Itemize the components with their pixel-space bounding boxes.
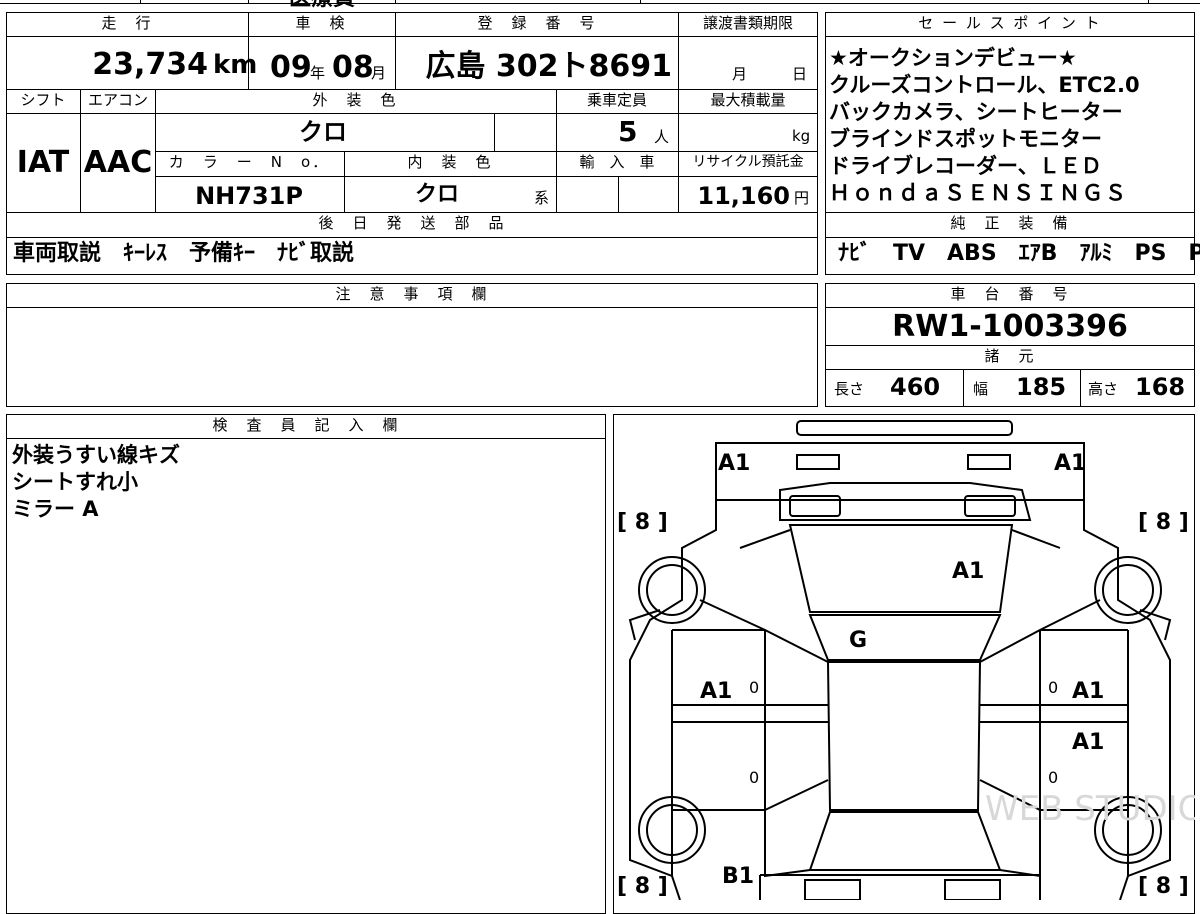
tire-fr-value: 8 <box>1155 510 1172 535</box>
mark-right-front-door: A1 <box>1072 679 1105 704</box>
chassis-header: 車 台 番 号 <box>950 285 1070 303</box>
watermark: WEB STUDIO PRO <box>985 789 1195 829</box>
height-value: 168 <box>1135 373 1186 401</box>
sales-point: クルーズコントロール、ETC2.0 <box>829 73 1140 97</box>
sales-points-header: セ ー ル ス ポ イ ン ト <box>918 14 1102 32</box>
capacity-header: 乗車定員 <box>586 91 648 109</box>
sales-points-list: ★オークションデビュー★ クルーズコントロール、ETC2.0 バックカメラ、シー… <box>829 45 1193 207</box>
deadline-month-unit: 月 <box>732 65 748 83</box>
later-parts-value: 車両取説 ｷｰﾚｽ 予備ｷｰ ﾅﾋﾞ取説 <box>13 241 355 266</box>
mark-zero: 0 <box>1048 768 1059 787</box>
width-value: 185 <box>1016 373 1067 401</box>
genuine-equipment-header: 純 正 装 備 <box>950 214 1070 232</box>
color-no-header: カ ラ ー N o． <box>168 153 330 171</box>
mark-zero: 0 <box>1048 678 1059 697</box>
mark-right-rear-door: A1 <box>1072 730 1105 755</box>
interior-color-value: クロ <box>414 182 460 207</box>
mark-left-front-door: A1 <box>700 679 733 704</box>
tire-rl-value: 8 <box>634 874 651 899</box>
width-label: 幅 <box>973 380 989 398</box>
tire-fl-value: 8 <box>634 510 651 535</box>
exterior-color-value: クロ <box>299 118 347 146</box>
tire-fl-label: [ 8 ] <box>617 510 668 535</box>
deadline-day-unit: 日 <box>792 65 808 83</box>
color-no-value: NH731P <box>195 182 303 210</box>
recycle-unit: 円 <box>794 189 810 207</box>
specs-header: 諸 元 <box>984 347 1036 365</box>
sales-point: バックカメラ、シートヒーター <box>829 100 1123 124</box>
sales-point: ★オークションデビュー★ <box>829 46 1077 70</box>
inspection-header: 車 検 <box>295 14 347 32</box>
month-unit: 月 <box>371 64 387 82</box>
inspection-month: 08 <box>332 50 374 85</box>
transfer-deadline-header: 譲渡書類期限 <box>702 14 794 32</box>
later-parts-header: 後 日 発 送 部 品 <box>318 214 506 232</box>
chassis-number: RW1-1003396 <box>892 309 1128 344</box>
max-load-header: 最大積載量 <box>710 91 786 109</box>
shift-value: IAT <box>16 145 70 180</box>
aircon-header: エアコン <box>87 91 149 109</box>
genuine-equipment-value: ﾅﾋﾞ TV ABS ｴｱB ｱﾙﾐ PS PW <box>838 241 1200 266</box>
mark-hood: A1 <box>952 559 985 584</box>
inspector-note: ミラー A <box>12 497 99 521</box>
length-value: 460 <box>890 373 941 401</box>
capacity-unit: 人 <box>654 128 670 146</box>
inspector-note: シートすれ小 <box>12 470 138 494</box>
tire-rr-label: [ 8 ] <box>1138 874 1189 899</box>
sales-point: ブラインドスポットモニター <box>829 127 1102 151</box>
tire-rr-value: 8 <box>1155 874 1172 899</box>
registration-header: 登 録 番 号 <box>477 14 597 32</box>
aircon-value: AAC <box>83 145 153 180</box>
mileage-header: 走 行 <box>101 14 153 32</box>
inspector-header: 検 査 員 記 入 欄 <box>212 416 400 434</box>
sales-point: ドライブレコーダー、ＬＥＤ <box>829 154 1102 178</box>
load-unit: kg <box>792 127 811 145</box>
inspection-year: 09 <box>270 50 312 85</box>
mark-windshield: G <box>849 628 868 653</box>
recycle-value: 11,160 <box>697 182 790 210</box>
registration-number: 広島 302ト8691 <box>425 49 672 84</box>
mileage-value: 23,734 <box>92 47 208 82</box>
mark-zero: 0 <box>749 768 760 787</box>
mark-rear-left: B1 <box>722 864 755 889</box>
interior-suffix: 系 <box>534 189 550 207</box>
height-label: 高さ <box>1088 380 1119 398</box>
shift-header: シフト <box>20 91 66 109</box>
interior-color-header: 内 装 色 <box>407 153 493 171</box>
capacity-value: 5 <box>618 115 638 148</box>
mark-zero: 0 <box>749 678 760 697</box>
length-label: 長さ <box>834 380 865 398</box>
notes-header: 注 意 事 項 欄 <box>335 285 489 303</box>
mark-front-right: A1 <box>1054 451 1087 476</box>
year-unit: 年 <box>310 64 326 82</box>
inspector-notes: 外装うすい線キズ シートすれ小 ミラー A <box>12 442 180 523</box>
tire-fr-label: [ 8 ] <box>1138 510 1189 535</box>
tire-rl-label: [ 8 ] <box>617 874 668 899</box>
exterior-color-header: 外 装 色 <box>312 91 398 109</box>
car-damage-diagram: WEB STUDIO PRO <box>628 420 1195 900</box>
mark-front-left: A1 <box>718 451 751 476</box>
recycle-header: リサイクル預託金 <box>692 154 804 170</box>
mileage-unit: km <box>213 50 258 80</box>
top-partial-text: 医療費 <box>289 0 355 10</box>
inspector-note: 外装うすい線キズ <box>12 443 180 467</box>
sales-point: ＨｏｎｄａＳＥＮＳＩＮＧＳ <box>829 181 1128 205</box>
import-header: 輸 入 車 <box>579 153 655 171</box>
